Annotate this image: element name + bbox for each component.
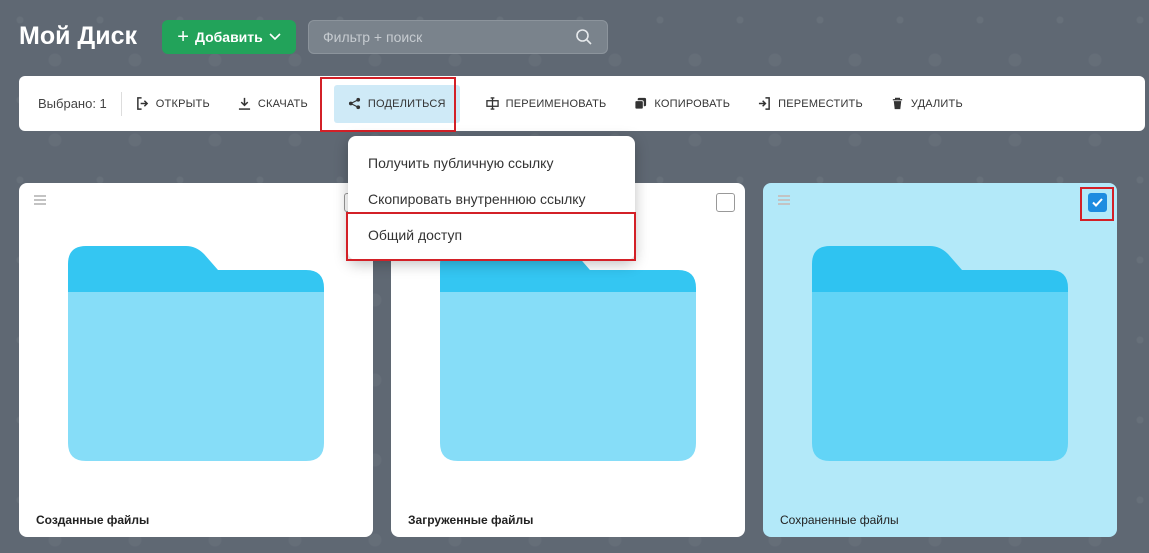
delete-button[interactable]: УДАЛИТЬ — [877, 85, 977, 123]
header: Мой Диск + Добавить — [0, 0, 1149, 72]
open-button-label: ОТКРЫТЬ — [155, 97, 210, 110]
folder-checkbox[interactable] — [716, 193, 735, 212]
move-icon — [759, 97, 771, 110]
drag-handle-icon[interactable] — [34, 195, 46, 205]
add-button[interactable]: + Добавить — [162, 20, 296, 54]
add-button-label: Добавить — [194, 29, 263, 45]
share-button[interactable]: ПОДЕЛИТЬСЯ — [333, 84, 460, 123]
trash-icon — [892, 97, 903, 110]
share-menu: Получить публичную ссылку Скопировать вн… — [348, 136, 635, 260]
folder-card-created[interactable]: Созданные файлы — [19, 183, 373, 537]
move-button[interactable]: ПЕРЕМЕСТИТЬ — [744, 85, 877, 123]
menu-item-shared-access[interactable]: Общий доступ — [368, 227, 462, 243]
rename-button[interactable]: ПЕРЕИМЕНОВАТЬ — [472, 85, 621, 123]
copy-icon — [634, 97, 647, 110]
plus-icon: + — [177, 26, 189, 48]
share-icon — [348, 97, 360, 110]
checkmark-icon — [1092, 198, 1103, 207]
folder-icon — [68, 246, 324, 461]
search-icon[interactable] — [575, 28, 593, 46]
menu-item-public-link[interactable]: Получить публичную ссылку — [368, 155, 553, 171]
folder-card-saved[interactable]: Сохраненные файлы — [763, 183, 1117, 537]
folder-name: Загруженные файлы — [408, 513, 534, 527]
folder-icon — [440, 246, 696, 461]
folder-checkbox[interactable] — [1088, 193, 1107, 212]
delete-button-label: УДАЛИТЬ — [910, 97, 963, 110]
rename-icon — [485, 97, 499, 110]
search-box — [308, 20, 608, 54]
selection-count: Выбрано: 1 — [38, 91, 122, 116]
menu-item-internal-link[interactable]: Скопировать внутреннюю ссылку — [368, 191, 586, 207]
share-button-label: ПОДЕЛИТЬСЯ — [367, 97, 446, 110]
move-button-label: ПЕРЕМЕСТИТЬ — [778, 97, 863, 110]
rename-button-label: ПЕРЕИМЕНОВАТЬ — [505, 97, 607, 110]
folder-name: Сохраненные файлы — [780, 513, 899, 527]
download-button-label: СКАЧАТЬ — [257, 97, 308, 110]
copy-button-label: КОПИРОВАТЬ — [654, 97, 731, 110]
folder-name: Созданные файлы — [36, 513, 150, 527]
download-icon — [238, 97, 250, 110]
folder-icon — [812, 246, 1068, 461]
chevron-down-icon — [269, 33, 281, 41]
copy-button[interactable]: КОПИРОВАТЬ — [620, 85, 744, 123]
page-title: Мой Диск — [19, 22, 138, 50]
drag-handle-icon[interactable] — [778, 195, 790, 205]
open-button[interactable]: ОТКРЫТЬ — [122, 85, 224, 123]
search-input[interactable] — [323, 29, 575, 45]
download-button[interactable]: СКАЧАТЬ — [224, 85, 322, 123]
open-icon — [136, 97, 148, 110]
action-toolbar: Выбрано: 1 ОТКРЫТЬ СКАЧАТЬ ПОДЕЛИТЬСЯ ПЕ… — [19, 76, 1145, 131]
